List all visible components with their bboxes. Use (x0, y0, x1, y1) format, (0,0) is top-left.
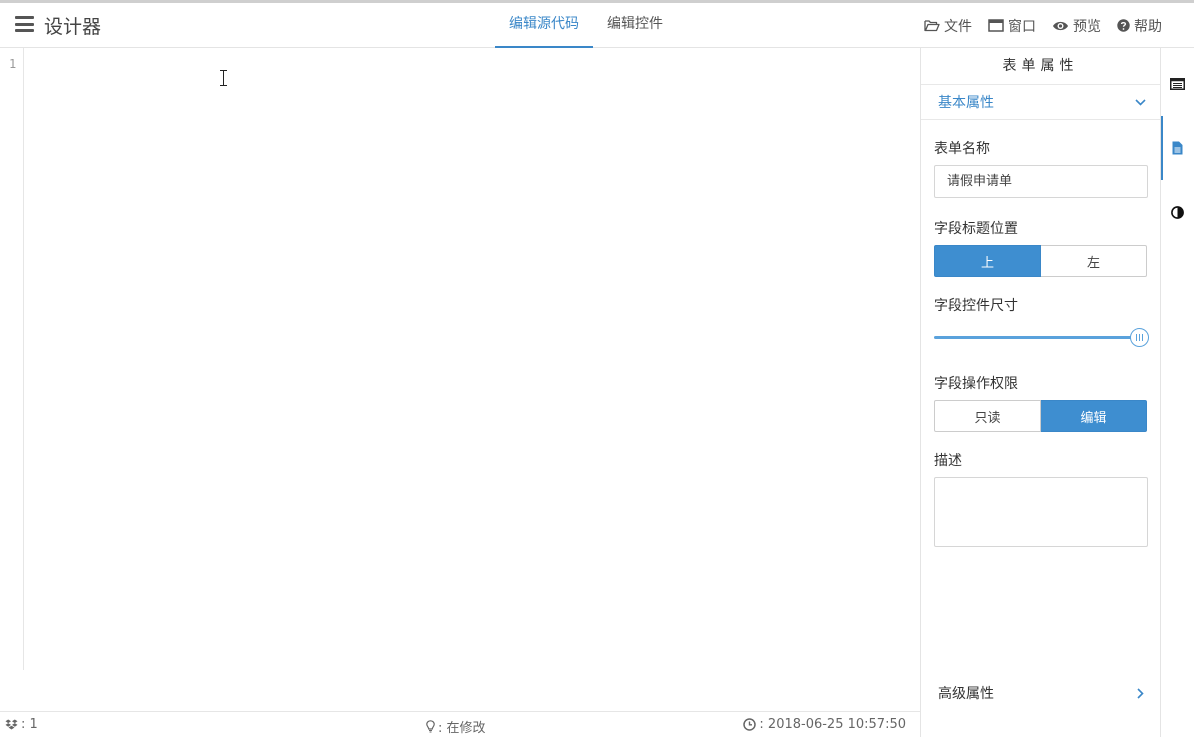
basic-properties-label: 基本属性 (938, 95, 994, 111)
rail-item-list[interactable] (1161, 52, 1194, 116)
description-textarea[interactable] (934, 477, 1148, 547)
window-icon (988, 19, 1004, 32)
question-circle-icon (1117, 19, 1130, 32)
control-size-label: 字段控件尺寸 (934, 298, 1018, 314)
header-actions: 文件 窗口 预览 帮助 (908, 3, 1162, 48)
preview-label: 预览 (1073, 18, 1101, 35)
advanced-properties-label: 高级属性 (938, 686, 994, 702)
lightbulb-icon (426, 720, 435, 733)
control-size-slider[interactable] (934, 327, 1149, 349)
window-menu-button[interactable]: 窗口 (988, 16, 1036, 36)
code-text-area[interactable] (25, 48, 920, 670)
status-state-text: : 在修改 (438, 721, 486, 736)
tab-edit-source[interactable]: 编辑源代码 (495, 3, 593, 48)
slider-handle[interactable] (1130, 328, 1149, 347)
dropbox-icon (5, 719, 18, 729)
source-code-editor: 1 (0, 48, 920, 711)
permission-label: 字段操作权限 (934, 376, 1018, 392)
label-position-label: 字段标题位置 (934, 221, 1018, 237)
form-name-label: 表单名称 (934, 141, 990, 157)
rail-item-theme[interactable] (1161, 180, 1194, 244)
line-number-gutter: 1 (0, 48, 24, 670)
label-position-group: 上 左 (934, 245, 1147, 277)
label-position-left-button[interactable]: 左 (1041, 245, 1147, 277)
hamburger-menu-icon[interactable] (15, 16, 34, 32)
status-state: : 在修改 (426, 717, 486, 736)
basic-properties-header[interactable]: 基本属性 (921, 85, 1160, 120)
file-menu-label: 文件 (944, 18, 972, 35)
status-bar: : 1 : 在修改 : 2018-06-25 10:57:50 (0, 711, 920, 737)
status-timestamp-text: : 2018-06-25 10:57:50 (759, 717, 906, 732)
status-count-text: : 1 (21, 717, 38, 732)
line-number: 1 (9, 57, 17, 71)
chevron-right-icon (1137, 687, 1144, 699)
app-title: 设计器 (44, 16, 102, 38)
status-count: : 1 (5, 717, 38, 732)
contrast-icon (1171, 205, 1184, 219)
chevron-down-icon (1135, 98, 1146, 106)
description-label: 描述 (934, 453, 962, 469)
file-text-icon (1172, 141, 1183, 155)
top-header: 设计器 编辑源代码 编辑控件 文件 窗口 预览 帮助 (0, 3, 1194, 48)
basic-properties-body: 表单名称 请假申请单 字段标题位置 上 左 字段控件尺寸 字段操作权限 只读 编… (921, 138, 1160, 551)
permission-group: 只读 编辑 (934, 400, 1147, 432)
permission-readonly-button[interactable]: 只读 (934, 400, 1041, 432)
window-menu-label: 窗口 (1008, 18, 1036, 35)
list-alt-icon (1170, 78, 1185, 90)
rail-item-form[interactable] (1161, 116, 1194, 180)
help-label: 帮助 (1134, 18, 1162, 35)
status-timestamp: : 2018-06-25 10:57:50 (743, 717, 906, 732)
right-icon-rail (1161, 48, 1194, 737)
file-menu-button[interactable]: 文件 (924, 16, 972, 36)
preview-button[interactable]: 预览 (1052, 16, 1101, 36)
text-cursor-icon (220, 70, 228, 86)
clock-icon (743, 718, 757, 731)
panel-title: 表单属性 (921, 48, 1160, 85)
form-properties-panel: 表单属性 基本属性 表单名称 请假申请单 字段标题位置 上 左 字段控件尺寸 字… (920, 48, 1161, 737)
tab-edit-controls[interactable]: 编辑控件 (593, 3, 677, 48)
advanced-properties-header[interactable]: 高级属性 (921, 675, 1160, 711)
label-position-top-button[interactable]: 上 (934, 245, 1041, 277)
slider-track (934, 336, 1139, 339)
help-button[interactable]: 帮助 (1117, 16, 1162, 36)
form-name-input[interactable]: 请假申请单 (934, 165, 1148, 198)
editor-tabs: 编辑源代码 编辑控件 (495, 3, 677, 48)
eye-icon (1053, 21, 1068, 30)
folder-open-icon (924, 20, 940, 32)
permission-edit-button[interactable]: 编辑 (1041, 400, 1147, 432)
